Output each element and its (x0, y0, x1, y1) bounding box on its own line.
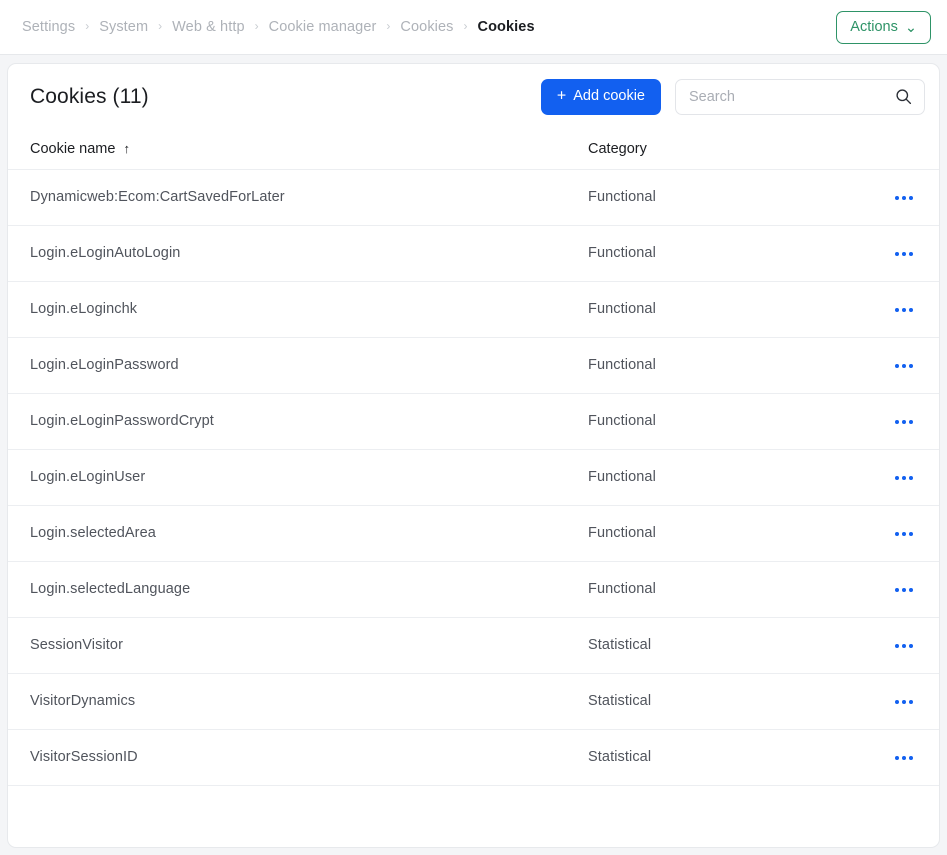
search-box[interactable] (675, 78, 925, 115)
breadcrumb-item-web-http[interactable]: Web & http (172, 19, 244, 35)
breadcrumb-separator: › (463, 19, 468, 33)
actions-button[interactable]: Actions ⌄ (836, 10, 931, 44)
cell-cookie-name: Login.selectedArea (8, 505, 566, 562)
cell-row-actions (866, 673, 939, 730)
table-row[interactable]: VisitorSessionID Statistical (8, 729, 939, 786)
table-row[interactable]: SessionVisitor Statistical (8, 617, 939, 674)
actions-button-label: Actions (850, 18, 898, 35)
cell-category: Statistical (566, 729, 866, 786)
cell-cookie-name: SessionVisitor (8, 617, 566, 674)
table-row[interactable]: Login.eLoginPassword Functional (8, 337, 939, 394)
cell-row-actions (866, 225, 939, 282)
breadcrumb-separator: › (158, 19, 163, 33)
search-input[interactable] (689, 88, 895, 105)
ellipsis-horizontal-icon[interactable] (887, 582, 921, 598)
cell-cookie-name: Login.eLoginPasswordCrypt (8, 393, 566, 450)
breadcrumb: Settings › System › Web & http › Cookie manage… (22, 19, 836, 35)
ellipsis-horizontal-icon[interactable] (887, 470, 921, 486)
ellipsis-horizontal-icon[interactable] (887, 246, 921, 262)
cell-row-actions (866, 617, 939, 674)
breadcrumb-item-cookies[interactable]: Cookies (400, 19, 453, 35)
cell-category: Functional (566, 393, 866, 450)
ellipsis-horizontal-icon[interactable] (887, 358, 921, 374)
sort-ascending-icon: ↑ (123, 140, 130, 156)
cell-category: Functional (566, 225, 866, 282)
ellipsis-horizontal-icon[interactable] (887, 414, 921, 430)
cell-category: Functional (566, 281, 866, 338)
breadcrumb-separator: › (254, 19, 259, 33)
ellipsis-horizontal-icon[interactable] (887, 694, 921, 710)
cell-category: Functional (566, 561, 866, 618)
cell-cookie-name: VisitorSessionID (8, 729, 566, 786)
table-row[interactable]: Login.selectedLanguage Functional (8, 561, 939, 618)
ellipsis-horizontal-icon[interactable] (887, 302, 921, 318)
cell-row-actions (866, 561, 939, 618)
page-body: Cookies (11) + Add cookie Coo (0, 55, 947, 848)
column-header-category-label: Category (588, 140, 647, 157)
table-row[interactable]: Login.selectedArea Functional (8, 505, 939, 562)
cell-cookie-name: Login.eLoginUser (8, 449, 566, 506)
breadcrumb-item-cookie-manager[interactable]: Cookie manager (269, 19, 377, 35)
cell-row-actions (866, 281, 939, 338)
ellipsis-horizontal-icon[interactable] (887, 526, 921, 542)
top-bar: Settings › System › Web & http › Cookie manage… (0, 0, 947, 55)
cell-cookie-name: Login.eLoginPassword (8, 337, 566, 394)
cell-category: Functional (566, 169, 866, 226)
cell-row-actions (866, 505, 939, 562)
breadcrumb-item-system[interactable]: System (99, 19, 148, 35)
cell-row-actions (866, 337, 939, 394)
ellipsis-horizontal-icon[interactable] (887, 750, 921, 766)
column-header-cookie-name-label: Cookie name (30, 140, 116, 157)
table-empty-space (8, 786, 939, 848)
column-header-cookie-name[interactable]: Cookie name ↑ (8, 129, 566, 170)
cell-cookie-name: Login.eLoginAutoLogin (8, 225, 566, 282)
cell-row-actions (866, 393, 939, 450)
cell-category: Functional (566, 449, 866, 506)
table-body: Dynamicweb:Ecom:CartSavedForLater Functio… (8, 169, 939, 786)
table-header-row: Cookie name ↑ Category (8, 129, 939, 170)
cell-cookie-name: VisitorDynamics (8, 673, 566, 730)
table-row[interactable]: Dynamicweb:Ecom:CartSavedForLater Functio… (8, 169, 939, 226)
table-header: Cookie name ↑ Category (8, 129, 939, 170)
cell-cookie-name: Dynamicweb:Ecom:CartSavedForLater (8, 169, 566, 226)
plus-icon: + (556, 87, 567, 104)
breadcrumb-separator: › (85, 19, 90, 33)
table-row[interactable]: Login.eLoginAutoLogin Functional (8, 225, 939, 282)
cell-row-actions (866, 729, 939, 786)
breadcrumb-separator: › (386, 19, 391, 33)
card-header: Cookies (11) + Add cookie (8, 64, 939, 129)
breadcrumb-item-settings[interactable]: Settings (22, 19, 75, 35)
cell-category: Statistical (566, 617, 866, 674)
add-cookie-button[interactable]: + Add cookie (540, 78, 661, 115)
table-row[interactable]: Login.eLoginchk Functional (8, 281, 939, 338)
table-row[interactable]: Login.eLoginPasswordCrypt Functional (8, 393, 939, 450)
page-title: Cookies (11) (30, 84, 149, 108)
ellipsis-horizontal-icon[interactable] (887, 638, 921, 654)
column-header-actions (866, 129, 939, 170)
cell-cookie-name: Login.selectedLanguage (8, 561, 566, 618)
ellipsis-horizontal-icon[interactable] (887, 190, 921, 206)
cell-category: Statistical (566, 673, 866, 730)
table-row[interactable]: VisitorDynamics Statistical (8, 673, 939, 730)
chevron-down-icon: ⌄ (904, 19, 917, 36)
table-row[interactable]: Login.eLoginUser Functional (8, 449, 939, 506)
cell-cookie-name: Login.eLoginchk (8, 281, 566, 338)
cell-category: Functional (566, 337, 866, 394)
cookies-card: Cookies (11) + Add cookie Coo (7, 63, 940, 848)
cell-row-actions (866, 449, 939, 506)
search-icon[interactable] (895, 88, 912, 105)
breadcrumb-item-cookies-current: Cookies (477, 19, 535, 35)
add-cookie-label: Add cookie (573, 88, 645, 105)
column-header-category[interactable]: Category (566, 129, 866, 170)
cell-row-actions (866, 169, 939, 226)
cell-category: Functional (566, 505, 866, 562)
cookies-table: Cookie name ↑ Category Dynamicweb:Ecom:Ca… (8, 129, 939, 786)
